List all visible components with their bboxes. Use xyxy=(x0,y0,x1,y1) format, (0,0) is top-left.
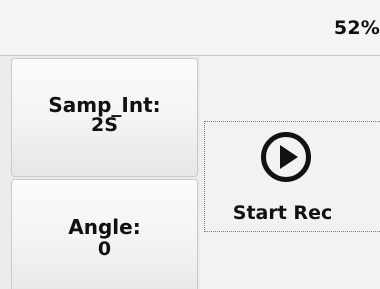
start-record-button[interactable]: Start Rec xyxy=(204,121,380,232)
play-circle-icon xyxy=(261,132,311,182)
start-record-label: Start Rec xyxy=(232,202,333,224)
sample-interval-button[interactable]: Samp_Int: 2S xyxy=(11,58,198,177)
angle-label: Angle: xyxy=(68,215,141,239)
device-screen: 52% Samp_Int: 2S Angle: 0 Start Rec xyxy=(0,0,380,289)
sample-interval-label: Samp_Int: xyxy=(48,93,161,117)
angle-value: 0 xyxy=(97,238,112,260)
parameter-panel: Samp_Int: 2S Angle: 0 xyxy=(0,56,200,289)
battery-percentage: 52% xyxy=(333,17,380,39)
angle-button[interactable]: Angle: 0 xyxy=(11,179,198,289)
sample-interval-value: 2S xyxy=(91,114,118,136)
status-bar: 52% xyxy=(0,0,380,56)
